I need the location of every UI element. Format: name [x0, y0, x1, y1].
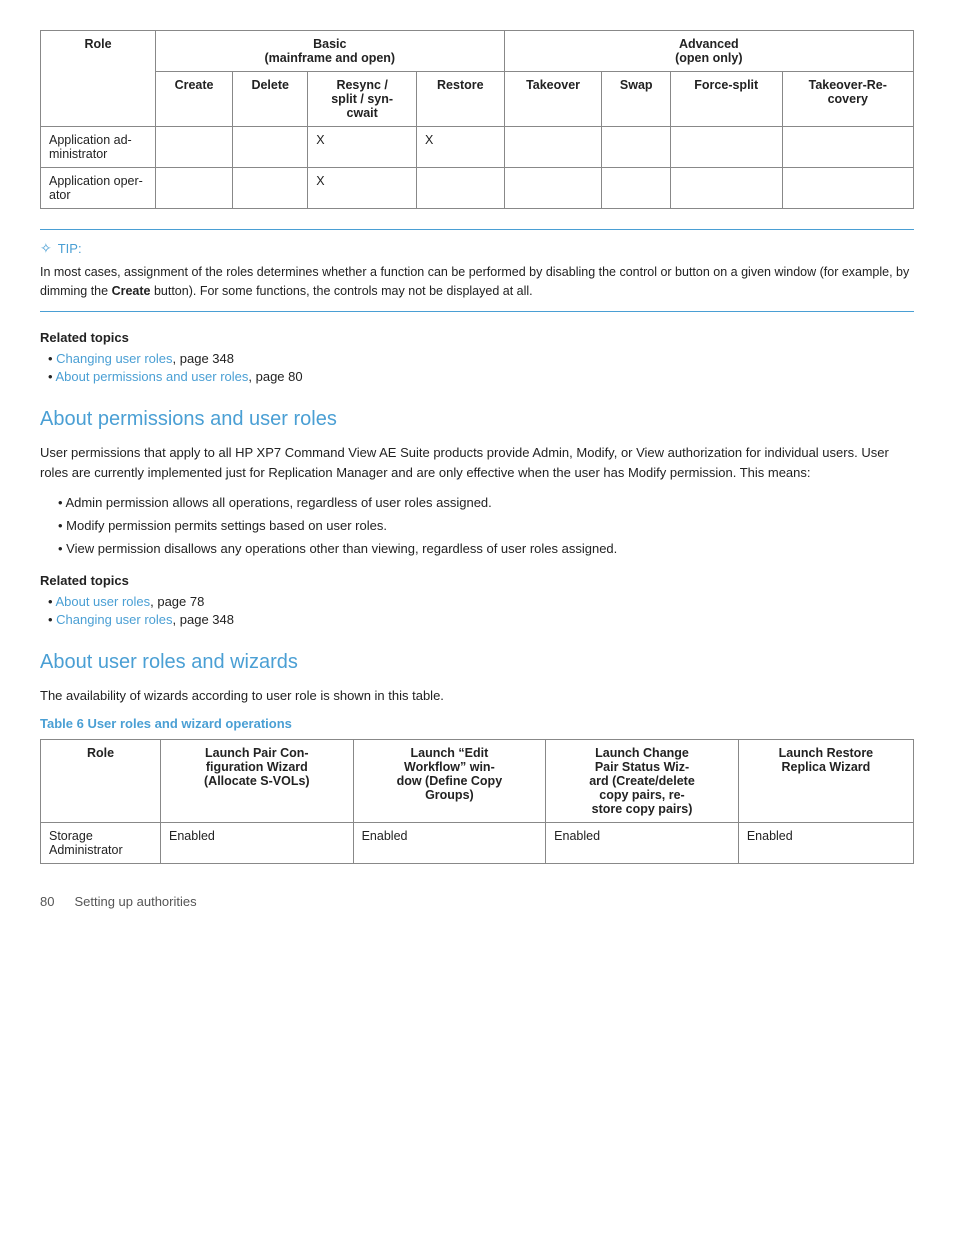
- about-permissions-heading: About permissions and user roles: [40, 408, 914, 431]
- launch-change-pair-header: Launch ChangePair Status Wiz-ard (Create…: [546, 740, 739, 823]
- related-topics-2-list: About user roles, page 78 Changing user …: [40, 594, 914, 627]
- related-topics-1-item-1: Changing user roles, page 348: [48, 351, 914, 366]
- tip-label-text: TIP:: [58, 241, 82, 256]
- delete-col-header: Delete: [233, 72, 308, 127]
- delete-cell: [233, 127, 308, 168]
- related-topics-2-item-2: Changing user roles, page 348: [48, 612, 914, 627]
- wizard-operations-table: Role Launch Pair Con-figuration Wizard(A…: [40, 739, 914, 864]
- create-col-header: Create: [156, 72, 233, 127]
- role-cell: Application oper-ator: [41, 168, 156, 209]
- force-split-cell: [670, 168, 782, 209]
- tip-label: ✧ TIP:: [40, 240, 914, 257]
- page-number: 80: [40, 894, 54, 909]
- page-footer: 80 Setting up authorities: [40, 894, 914, 909]
- advanced-group-header: Advanced(open only): [504, 31, 913, 72]
- resync-cell: X: [308, 127, 417, 168]
- bullet-item: Modify permission permits settings based…: [58, 516, 914, 536]
- about-permissions-body: User permissions that apply to all HP XP…: [40, 443, 914, 483]
- takeover-recovery-cell: [782, 127, 913, 168]
- basic-group-header: Basic(mainframe and open): [156, 31, 505, 72]
- changing-user-roles-link-2[interactable]: Changing user roles: [56, 612, 172, 627]
- related-topics-2-item-1-suffix: , page 78: [150, 594, 204, 609]
- table-caption: Table 6 User roles and wizard operations: [40, 716, 914, 731]
- related-topics-1: Related topics Changing user roles, page…: [40, 330, 914, 384]
- role-col2-header: Role: [41, 740, 161, 823]
- tip-text: In most cases, assignment of the roles d…: [40, 263, 914, 301]
- force-split-col-header: Force-split: [670, 72, 782, 127]
- takeover-col-header: Takeover: [504, 72, 602, 127]
- footer-text: Setting up authorities: [74, 894, 196, 909]
- about-permissions-link[interactable]: About permissions and user roles: [55, 369, 248, 384]
- launch-restore-replica-header: Launch RestoreReplica Wizard: [738, 740, 913, 823]
- resync-col-header: Resync /split / syn-cwait: [308, 72, 417, 127]
- force-split-cell: [670, 127, 782, 168]
- takeover-recovery-cell: [782, 168, 913, 209]
- launch-pair-config-header: Launch Pair Con-figuration Wizard(Alloca…: [161, 740, 354, 823]
- launch-pair-config-cell: Enabled: [161, 823, 354, 864]
- restore-cell: X: [417, 127, 505, 168]
- role-cell: StorageAdministrator: [41, 823, 161, 864]
- about-permissions-bullets: Admin permission allows all operations, …: [40, 493, 914, 559]
- changing-user-roles-link-1[interactable]: Changing user roles: [56, 351, 172, 366]
- tip-icon: ✧: [40, 240, 52, 257]
- related-topics-2-item-2-suffix: , page 348: [173, 612, 234, 627]
- related-topics-1-title: Related topics: [40, 330, 914, 345]
- bullet-item: View permission disallows any operations…: [58, 539, 914, 559]
- related-topics-1-list: Changing user roles, page 348 About perm…: [40, 351, 914, 384]
- about-user-roles-link[interactable]: About user roles: [55, 594, 150, 609]
- related-topics-2-title: Related topics: [40, 573, 914, 588]
- delete-cell: [233, 168, 308, 209]
- related-topics-1-item-2-suffix: , page 80: [248, 369, 302, 384]
- create-cell: [156, 127, 233, 168]
- about-wizards-intro: The availability of wizards according to…: [40, 686, 914, 706]
- related-topics-2: Related topics About user roles, page 78…: [40, 573, 914, 627]
- related-topics-1-item-1-suffix: , page 348: [173, 351, 234, 366]
- create-cell: [156, 168, 233, 209]
- table-row: Application ad-ministrator X X: [41, 127, 914, 168]
- bullet-item: Admin permission allows all operations, …: [58, 493, 914, 513]
- launch-restore-replica-cell: Enabled: [738, 823, 913, 864]
- swap-cell: [602, 168, 670, 209]
- resync-cell: X: [308, 168, 417, 209]
- related-topics-1-item-2: About permissions and user roles, page 8…: [48, 369, 914, 384]
- launch-change-pair-cell: Enabled: [546, 823, 739, 864]
- role-cell: Application ad-ministrator: [41, 127, 156, 168]
- table-row: StorageAdministrator Enabled Enabled Ena…: [41, 823, 914, 864]
- top-permissions-table: Role Basic(mainframe and open) Advanced(…: [40, 30, 914, 209]
- takeover-cell: [504, 168, 602, 209]
- related-topics-2-item-1: About user roles, page 78: [48, 594, 914, 609]
- takeover-cell: [504, 127, 602, 168]
- swap-cell: [602, 127, 670, 168]
- swap-col-header: Swap: [602, 72, 670, 127]
- restore-cell: [417, 168, 505, 209]
- table-row: Application oper-ator X: [41, 168, 914, 209]
- role-column-header: Role: [41, 31, 156, 127]
- tip-box: ✧ TIP: In most cases, assignment of the …: [40, 229, 914, 312]
- launch-edit-workflow-header: Launch “EditWorkflow” win-dow (Define Co…: [353, 740, 546, 823]
- launch-edit-workflow-cell: Enabled: [353, 823, 546, 864]
- restore-col-header: Restore: [417, 72, 505, 127]
- takeover-recovery-col-header: Takeover-Re-covery: [782, 72, 913, 127]
- about-wizards-heading: About user roles and wizards: [40, 651, 914, 674]
